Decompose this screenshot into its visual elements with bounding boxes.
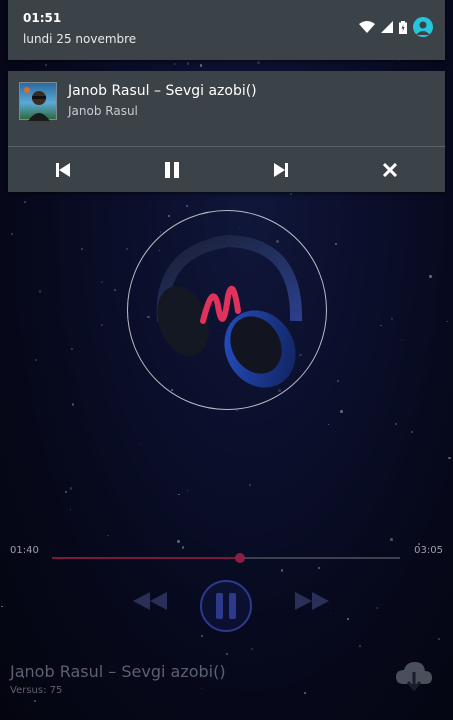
elapsed-time: 01:40 [10,545,39,556]
notification-pause-button[interactable] [117,147,226,192]
album-art-disc [127,210,327,410]
skip-previous-icon [55,162,70,177]
fast-forward-button[interactable] [295,592,329,610]
headphones-icon [156,234,303,388]
quick-settings-header[interactable]: 01:51 lundi 25 novembre [8,0,445,60]
notification-previous-button[interactable] [8,147,117,192]
notification-artist: Janob Rasul [68,104,138,118]
pause-icon [216,593,236,619]
status-time: 01:51 [23,11,62,25]
play-pause-button[interactable] [200,580,252,632]
notification-controls [8,147,445,192]
notification-close-button[interactable] [336,147,445,192]
media-notification[interactable]: Janob Rasul – Sevgi azobi() Janob Rasul [8,71,445,192]
status-date: lundi 25 novembre [23,32,137,46]
seek-bar-thumb[interactable] [234,553,245,563]
notification-track-title: Janob Rasul – Sevgi azobi() [68,83,257,99]
download-button[interactable] [394,660,434,698]
battery-icon [399,20,407,34]
seek-bar-progress [52,557,240,559]
pause-icon [164,161,179,178]
seek-bar[interactable] [52,553,400,563]
total-duration: 03:05 [414,545,443,556]
user-avatar-icon[interactable] [413,17,433,37]
fast-forward-icon [295,592,329,610]
album-art-thumbnail [19,82,57,121]
wifi-icon [359,21,375,33]
cell-signal-icon [381,21,393,33]
version-label: Versus: 75 [10,685,63,696]
notification-next-button[interactable] [227,147,336,192]
rewind-button[interactable] [133,592,167,610]
now-playing-title: Janob Rasul – Sevgi azobi() [10,662,226,681]
rewind-icon [133,592,167,610]
cloud-download-icon [396,662,432,692]
close-icon [383,162,398,177]
skip-next-icon [274,162,289,177]
status-icons [359,17,433,37]
